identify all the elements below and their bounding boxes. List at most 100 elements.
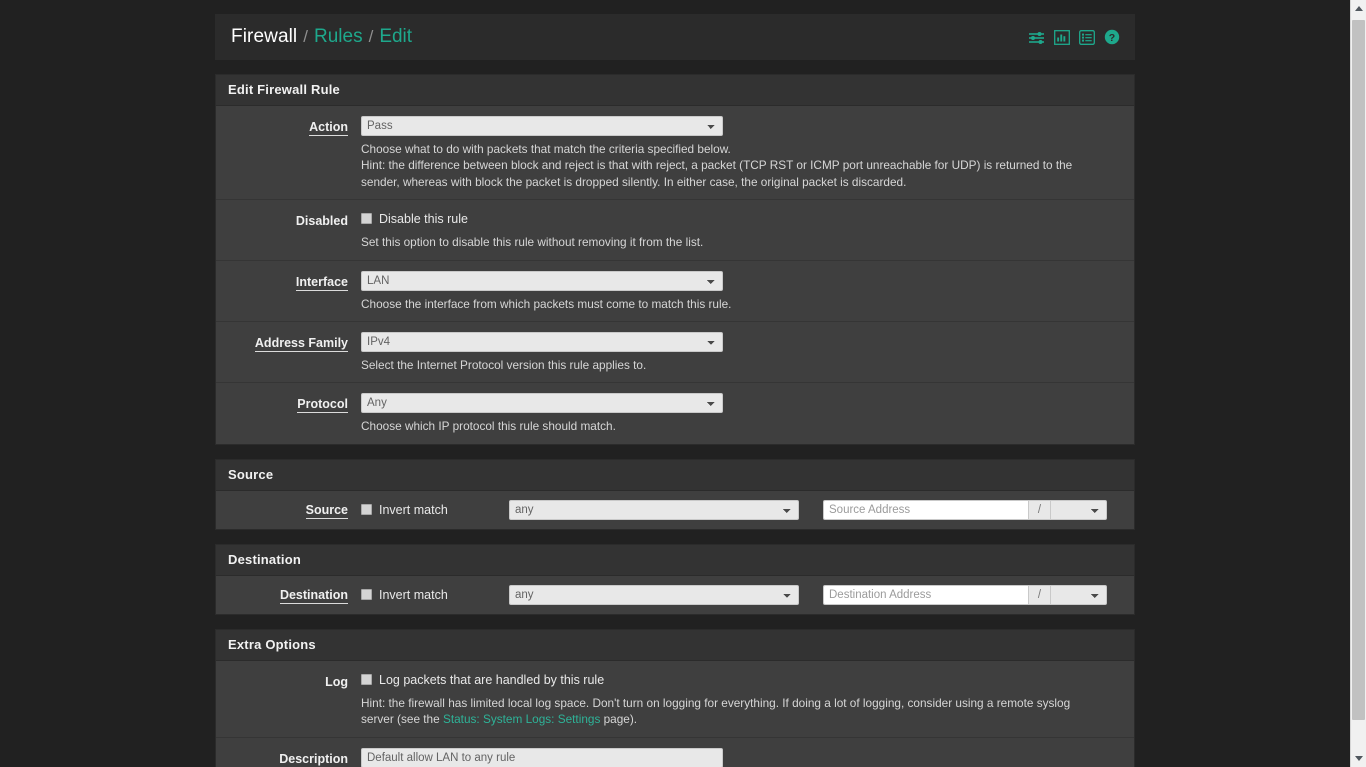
panel-heading-extra-options: Extra Options	[216, 629, 1134, 661]
form-row-destination: Destination Invert match any Destination…	[216, 576, 1134, 614]
source-invert-cell: Invert match	[361, 500, 509, 521]
control-log: Log packets that are handled by this rul…	[361, 671, 1134, 728]
label-description: Description	[279, 751, 348, 766]
destination-invert-checkbox[interactable]	[361, 589, 372, 601]
control-action: Pass Choose what to do with packets that…	[361, 116, 1134, 190]
destination-invert-label: Invert match	[379, 587, 448, 602]
panel-body-edit-firewall-rule: Action Pass Choose what to do with packe…	[216, 106, 1134, 444]
list-table-icon[interactable]	[1079, 29, 1095, 45]
panel-heading-destination: Destination	[216, 544, 1134, 576]
protocol-select[interactable]: Any	[361, 393, 723, 414]
panel-body-destination: Destination Invert match any Destination…	[216, 576, 1134, 614]
scrollbar-up-arrow[interactable]	[1351, 0, 1366, 17]
form-row-log: Log Log packets that are handled by this…	[216, 661, 1134, 738]
source-invert-label: Invert match	[379, 502, 448, 517]
log-checkbox-label: Log packets that are handled by this rul…	[379, 672, 605, 687]
label-destination-text: Destination	[279, 587, 348, 604]
source-cidr-select[interactable]	[1050, 500, 1107, 521]
control-protocol: Any Choose which IP protocol this rule s…	[361, 393, 1134, 434]
form-row-disabled: Disabled Disable this rule Set this opti…	[216, 200, 1134, 261]
breadcrumb-link-edit[interactable]: Edit	[379, 26, 412, 48]
form-row-description: Description A description may be entered…	[216, 738, 1134, 767]
action-select[interactable]: Pass	[361, 116, 723, 136]
breadcrumb-separator-2: /	[368, 27, 374, 46]
form-row-interface: Interface LAN Choose the interface from …	[216, 261, 1134, 322]
control-source: Invert match any /	[361, 500, 1134, 521]
page-scrollbar[interactable]	[1350, 0, 1366, 767]
disable-rule-checkbox[interactable]	[361, 213, 372, 225]
sliders-icon[interactable]	[1028, 30, 1045, 45]
source-type-select[interactable]: any	[509, 500, 799, 521]
control-destination: Invert match any /	[361, 585, 1134, 606]
pfsense-page: Firewall / Rules / Edit ? Edit Firewall …	[0, 0, 1350, 767]
label-protocol: Protocol	[216, 393, 361, 414]
panel-body-extra-options: Log Log packets that are handled by this…	[216, 661, 1134, 767]
browser-viewport: Firewall / Rules / Edit ? Edit Firewall …	[0, 0, 1366, 767]
destination-invert-checkbox-wrap[interactable]: Invert match	[361, 586, 448, 604]
control-disabled: Disable this rule Set this option to dis…	[361, 210, 1134, 251]
form-row-action: Action Pass Choose what to do with packe…	[216, 106, 1134, 200]
breadcrumb: Firewall / Rules / Edit ?	[215, 14, 1135, 60]
help-log-after: page).	[600, 712, 638, 727]
label-log: Log	[325, 674, 348, 689]
source-type-cell: any	[509, 500, 799, 521]
label-address-family-text: Address Family	[254, 335, 348, 352]
chevron-down-icon	[1354, 756, 1363, 761]
chart-bar-icon[interactable]	[1054, 29, 1070, 45]
log-checkbox[interactable]	[361, 674, 372, 686]
destination-type-select[interactable]: any	[509, 585, 799, 606]
destination-address-input[interactable]	[823, 585, 1028, 606]
form-row-protocol: Protocol Any Choose which IP protocol th…	[216, 383, 1134, 443]
source-invert-checkbox[interactable]	[361, 504, 372, 516]
panel-heading-edit-firewall-rule: Edit Firewall Rule	[216, 75, 1134, 106]
help-action-line2: Hint: the difference between block and r…	[361, 158, 1073, 189]
label-source: Source	[216, 502, 361, 519]
label-action: Action	[216, 116, 361, 136]
destination-address-group: /	[823, 585, 1107, 606]
scrollbar-thumb[interactable]	[1352, 20, 1365, 720]
address-family-select[interactable]: IPv4	[361, 331, 723, 352]
control-description: A description may be entered here for ad…	[361, 747, 1134, 767]
system-logs-settings-link[interactable]: Status: System Logs: Settings	[443, 712, 600, 726]
label-destination: Destination	[216, 587, 361, 604]
panel-extra-options: Extra Options Log Log packets that are h…	[215, 628, 1135, 767]
panel-heading-source: Source	[216, 459, 1134, 491]
destination-slash-addon: /	[1028, 585, 1050, 606]
help-interface: Choose the interface from which packets …	[361, 296, 732, 311]
breadcrumb-separator-1: /	[303, 27, 308, 46]
label-address-family: Address Family	[216, 332, 361, 352]
scrollbar-down-arrow[interactable]	[1351, 750, 1366, 767]
label-source-text: Source	[305, 502, 348, 519]
log-checkbox-wrap[interactable]: Log packets that are handled by this rul…	[361, 671, 604, 689]
label-action-text: Action	[309, 120, 348, 136]
control-address-family: IPv4 Select the Internet Protocol versio…	[361, 331, 1134, 373]
label-interface: Interface	[216, 271, 361, 291]
label-interface-text: Interface	[295, 274, 348, 291]
destination-cidr-select[interactable]	[1050, 585, 1107, 606]
help-disabled: Set this option to disable this rule wit…	[361, 235, 704, 250]
form-row-source: Source Invert match any Source Address /	[216, 491, 1134, 529]
svg-text:?: ?	[1109, 32, 1115, 44]
destination-invert-cell: Invert match	[361, 585, 509, 606]
breadcrumb-icon-group: ?	[1028, 29, 1120, 45]
control-interface: LAN Choose the interface from which pack…	[361, 270, 1134, 312]
disable-rule-checkbox-wrap[interactable]: Disable this rule	[361, 210, 468, 228]
form-row-address-family: Address Family IPv4 Select the Internet …	[216, 322, 1134, 384]
help-circle-icon[interactable]: ?	[1104, 29, 1120, 45]
destination-inline-row: Invert match any /	[361, 585, 1122, 606]
chevron-up-icon	[1354, 6, 1363, 11]
interface-select[interactable]: LAN	[361, 270, 723, 291]
source-address-input[interactable]	[823, 500, 1028, 521]
panel-destination: Destination Destination Invert match any…	[215, 543, 1135, 615]
help-log: Hint: the firewall has limited local log…	[361, 695, 1103, 728]
destination-type-cell: any	[509, 585, 799, 606]
panel-edit-firewall-rule: Edit Firewall Rule Action Pass Choose wh…	[215, 74, 1135, 445]
source-address-group: /	[823, 500, 1107, 521]
panel-source: Source Source Invert match any Source Ad…	[215, 458, 1135, 530]
help-address-family: Select the Internet Protocol version thi…	[361, 357, 647, 372]
disable-rule-checkbox-label: Disable this rule	[379, 211, 468, 226]
description-input[interactable]	[361, 747, 723, 767]
source-invert-checkbox-wrap[interactable]: Invert match	[361, 501, 448, 519]
source-inline-row: Invert match any /	[361, 500, 1122, 521]
breadcrumb-link-rules[interactable]: Rules	[314, 26, 363, 48]
